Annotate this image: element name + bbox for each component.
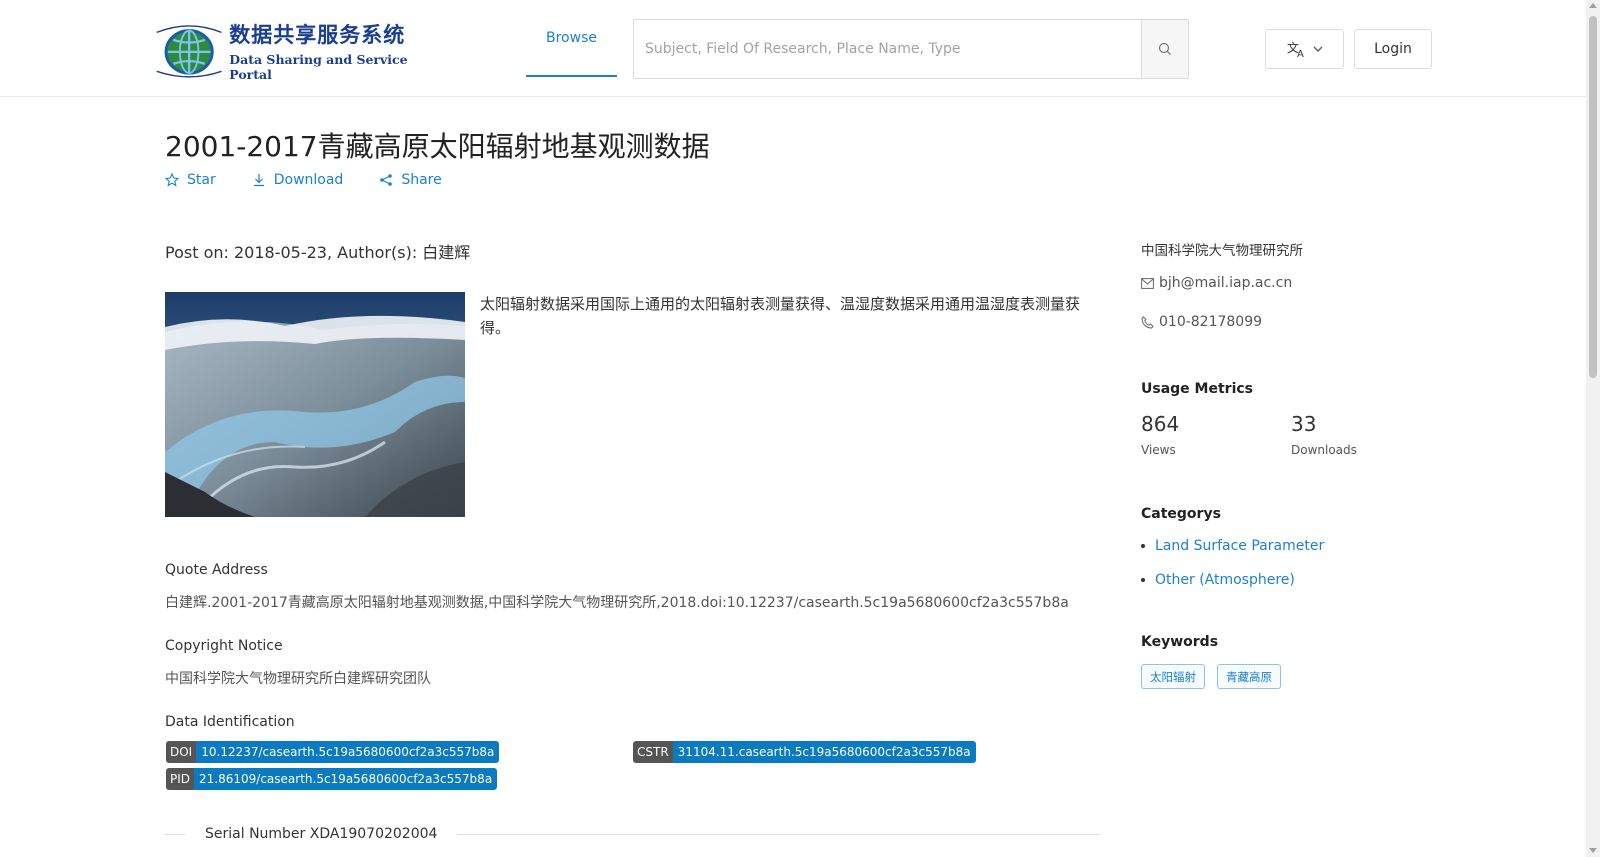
dataset-actions: Star Download Share <box>165 172 442 188</box>
star-label: Star <box>187 172 216 188</box>
serial-number: Serial Number XDA19070202004 <box>205 826 438 842</box>
share-button[interactable]: Share <box>379 172 442 188</box>
downloads-count: 33 <box>1291 412 1317 436</box>
nav-browse-tab[interactable]: Browse <box>526 0 617 77</box>
search-input[interactable] <box>634 20 1141 78</box>
keyword-tag[interactable]: 青藏高原 <box>1217 664 1281 689</box>
bullet-dot <box>1141 578 1145 582</box>
bullet-dot <box>1141 544 1145 548</box>
phone-icon <box>1141 315 1154 329</box>
site-logo[interactable]: 数据共享服务系统 Data Sharing and Service Portal <box>153 20 438 82</box>
star-button[interactable]: Star <box>165 172 216 188</box>
pid-badge-value: 21.86109/casearth.5c19a5680600cf2a3c557b… <box>194 768 498 790</box>
dataset-title: 2001-2017青藏高原太阳辐射地基观测数据 <box>165 130 710 163</box>
usage-metrics-heading: Usage Metrics <box>1141 381 1253 397</box>
cstr-badge-key: CSTR <box>633 741 673 763</box>
top-header: 数据共享服务系统 Data Sharing and Service Portal… <box>0 0 1586 97</box>
copyright-label: Copyright Notice <box>165 638 283 654</box>
svg-text:A: A <box>1297 49 1304 58</box>
category-item[interactable]: Land Surface Parameter <box>1141 538 1324 554</box>
pid-badge[interactable]: PID 21.86109/casearth.5c19a5680600cf2a3c… <box>166 768 498 790</box>
doi-badge-key: DOI <box>166 741 197 763</box>
download-label: Download <box>273 172 344 188</box>
search-bar <box>633 19 1189 79</box>
category-link[interactable]: Land Surface Parameter <box>1155 538 1324 554</box>
category-item[interactable]: Other (Atmosphere) <box>1141 572 1295 588</box>
globe-logo-icon <box>156 25 222 78</box>
language-switcher[interactable]: 文 A <box>1265 29 1344 69</box>
contact-phone: 010-82178099 <box>1141 314 1262 330</box>
download-icon <box>253 174 264 187</box>
organization-name: 中国科学院大气物理研究所 <box>1141 243 1303 259</box>
share-label: Share <box>401 172 442 188</box>
scroll-down-arrow-icon[interactable] <box>1589 848 1597 853</box>
scroll-up-arrow-icon[interactable] <box>1589 3 1597 8</box>
quote-label: Quote Address <box>165 562 268 578</box>
copyright-text: 中国科学院大气物理研究所白建辉研究团队 <box>165 671 431 687</box>
contact-email[interactable]: bjh@mail.iap.ac.cn <box>1141 275 1292 291</box>
downloads-label: Downloads <box>1291 443 1357 457</box>
download-button[interactable]: Download <box>252 172 344 188</box>
cstr-badge-value: 31104.11.casearth.5c19a5680600cf2a3c557b… <box>672 741 976 763</box>
dataset-description: 太阳辐射数据采用国际上通用的太阳辐射表测量获得、温湿度数据采用通用温湿度表测量获… <box>480 295 1081 337</box>
phone-text: 010-82178099 <box>1159 314 1263 330</box>
scroll-thumb[interactable] <box>1589 16 1597 378</box>
serial-number-divider: Serial Number XDA19070202004 <box>165 824 1100 844</box>
logo-title-en: Data Sharing and Service Portal <box>229 51 408 82</box>
doi-badge-value: 10.12237/casearth.5c19a5680600cf2a3c557b… <box>196 741 500 763</box>
cstr-badge[interactable]: CSTR 31104.11.casearth.5c19a5680600cf2a3… <box>633 741 976 763</box>
pid-badge-key: PID <box>166 768 195 790</box>
chevron-down-icon <box>1313 46 1322 52</box>
translate-icon: 文 A <box>1287 40 1304 58</box>
mail-icon <box>1141 277 1154 289</box>
views-label: Views <box>1141 443 1176 457</box>
keyword-tag[interactable]: 太阳辐射 <box>1141 664 1205 689</box>
divider-line <box>457 833 1100 835</box>
divider-line <box>165 833 185 835</box>
page-scrollbar[interactable] <box>1586 0 1600 857</box>
categories-heading: Categorys <box>1141 506 1221 522</box>
dataset-thumbnail <box>165 292 465 517</box>
doi-badge[interactable]: DOI 10.12237/casearth.5c19a5680600cf2a3c… <box>166 741 500 763</box>
login-button[interactable]: Login <box>1354 29 1432 69</box>
search-button[interactable] <box>1141 20 1188 78</box>
star-icon <box>165 173 179 187</box>
views-count: 864 <box>1141 412 1180 436</box>
post-meta: Post on: 2018-05-23, Author(s): 白建辉 <box>165 243 471 262</box>
keywords-heading: Keywords <box>1141 634 1219 650</box>
search-icon <box>1158 42 1171 55</box>
category-link[interactable]: Other (Atmosphere) <box>1155 572 1295 588</box>
quote-text: 白建辉.2001-2017青藏高原太阳辐射地基观测数据,中国科学院大气物理研究所… <box>165 595 1069 611</box>
share-icon <box>380 174 393 186</box>
logo-title-cn: 数据共享服务系统 <box>229 21 406 47</box>
identification-label: Data Identification <box>165 714 295 730</box>
email-text: bjh@mail.iap.ac.cn <box>1159 275 1293 291</box>
